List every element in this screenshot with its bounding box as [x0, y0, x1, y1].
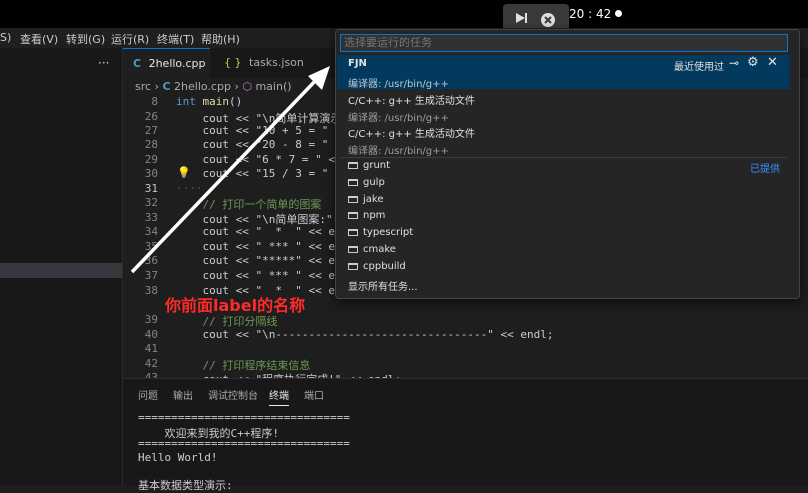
annotation-arrow	[130, 66, 330, 274]
annotation-text: 你前面label的名称	[165, 296, 306, 315]
